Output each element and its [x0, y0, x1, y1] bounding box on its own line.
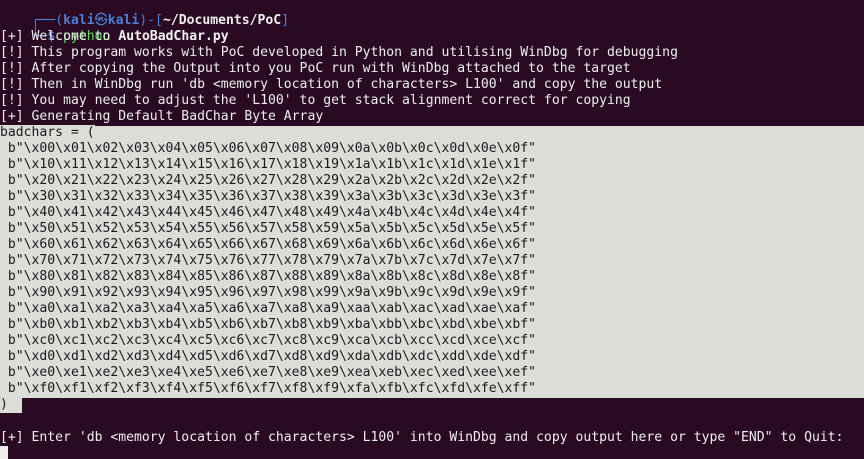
badchars-row: b"\xf0\xf1\xf2\xf3\xf4\xf5\xf6\xf7\xf8\x… — [0, 381, 537, 397]
badchars-row: b"\x30\x31\x32\x33\x34\x35\x36\x37\x38\x… — [0, 189, 537, 205]
badchars-row: b"\xd0\xd1\xd2\xd3\xd4\xd5\xd6\xd7\xd8\x… — [0, 349, 537, 365]
badchars-row: b"\xc0\xc1\xc2\xc3\xc4\xc5\xc6\xc7\xc8\x… — [0, 333, 537, 349]
badchars-row: b"\x20\x21\x22\x23\x24\x25\x26\x27\x28\x… — [0, 173, 537, 189]
badchars-row: b"\xa0\xa1\xa2\xa3\xa4\xa5\xa6\xa7\xa8\x… — [0, 301, 537, 317]
input-prompt: [+] Enter 'db <memory location of charac… — [0, 430, 844, 445]
badchars-row: b"\x50\x51\x52\x53\x54\x55\x56\x57\x58\x… — [0, 221, 537, 237]
output-line: [!] You may need to adjust the 'L100' to… — [0, 93, 631, 108]
prompt-line-1: ┌──(kali㉿kali)-[~/Documents/PoC] — [0, 0, 290, 28]
badchars-row: b"\x90\x91\x92\x93\x94\x95\x96\x97\x98\x… — [0, 285, 537, 301]
badchars-header: badchars = ( — [0, 125, 95, 141]
badchars-row: b"\x40\x41\x42\x43\x44\x45\x46\x47\x48\x… — [0, 205, 537, 221]
badchars-row: b"\xb0\xb1\xb2\xb3\xb4\xb5\xb6\xb7\xb8\x… — [0, 317, 537, 333]
terminal-cursor[interactable] — [0, 446, 8, 459]
output-line: [+] Welcome to AutoBadChar... — [0, 29, 229, 44]
prompt-line-2: └─$ python AutoBadChar.py — [0, 13, 229, 44]
badchars-row: b"\x60\x61\x62\x63\x64\x65\x66\x67\x68\x… — [0, 237, 537, 253]
badchars-row: b"\x80\x81\x82\x83\x84\x85\x86\x87\x88\x… — [0, 269, 537, 285]
prompt-box-end: ] — [281, 13, 290, 28]
badchars-row: b"\x10\x11\x12\x13\x14\x15\x16\x17\x18\x… — [0, 157, 537, 173]
terminal-window[interactable]: ┌──(kali㉿kali)-[~/Documents/PoC] └─$ pyt… — [0, 0, 864, 459]
output-line: [!] After copying the Output into you Po… — [0, 61, 631, 76]
badchars-row: b"\x70\x71\x72\x73\x74\x75\x76\x77\x78\x… — [0, 253, 537, 269]
badchars-row: b"\x00\x01\x02\x03\x04\x05\x06\x07\x08\x… — [0, 141, 537, 157]
output-line: [!] This program works with PoC develope… — [0, 45, 678, 60]
badchars-row: b"\xe0\xe1\xe2\xe3\xe4\xe5\xe6\xe7\xe8\x… — [0, 365, 537, 381]
badchars-footer: ) — [0, 397, 22, 413]
output-line: [+] Generating Default BadChar Byte Arra… — [0, 109, 324, 124]
output-line: [!] Then in WinDbg run 'db <memory locat… — [0, 77, 663, 92]
